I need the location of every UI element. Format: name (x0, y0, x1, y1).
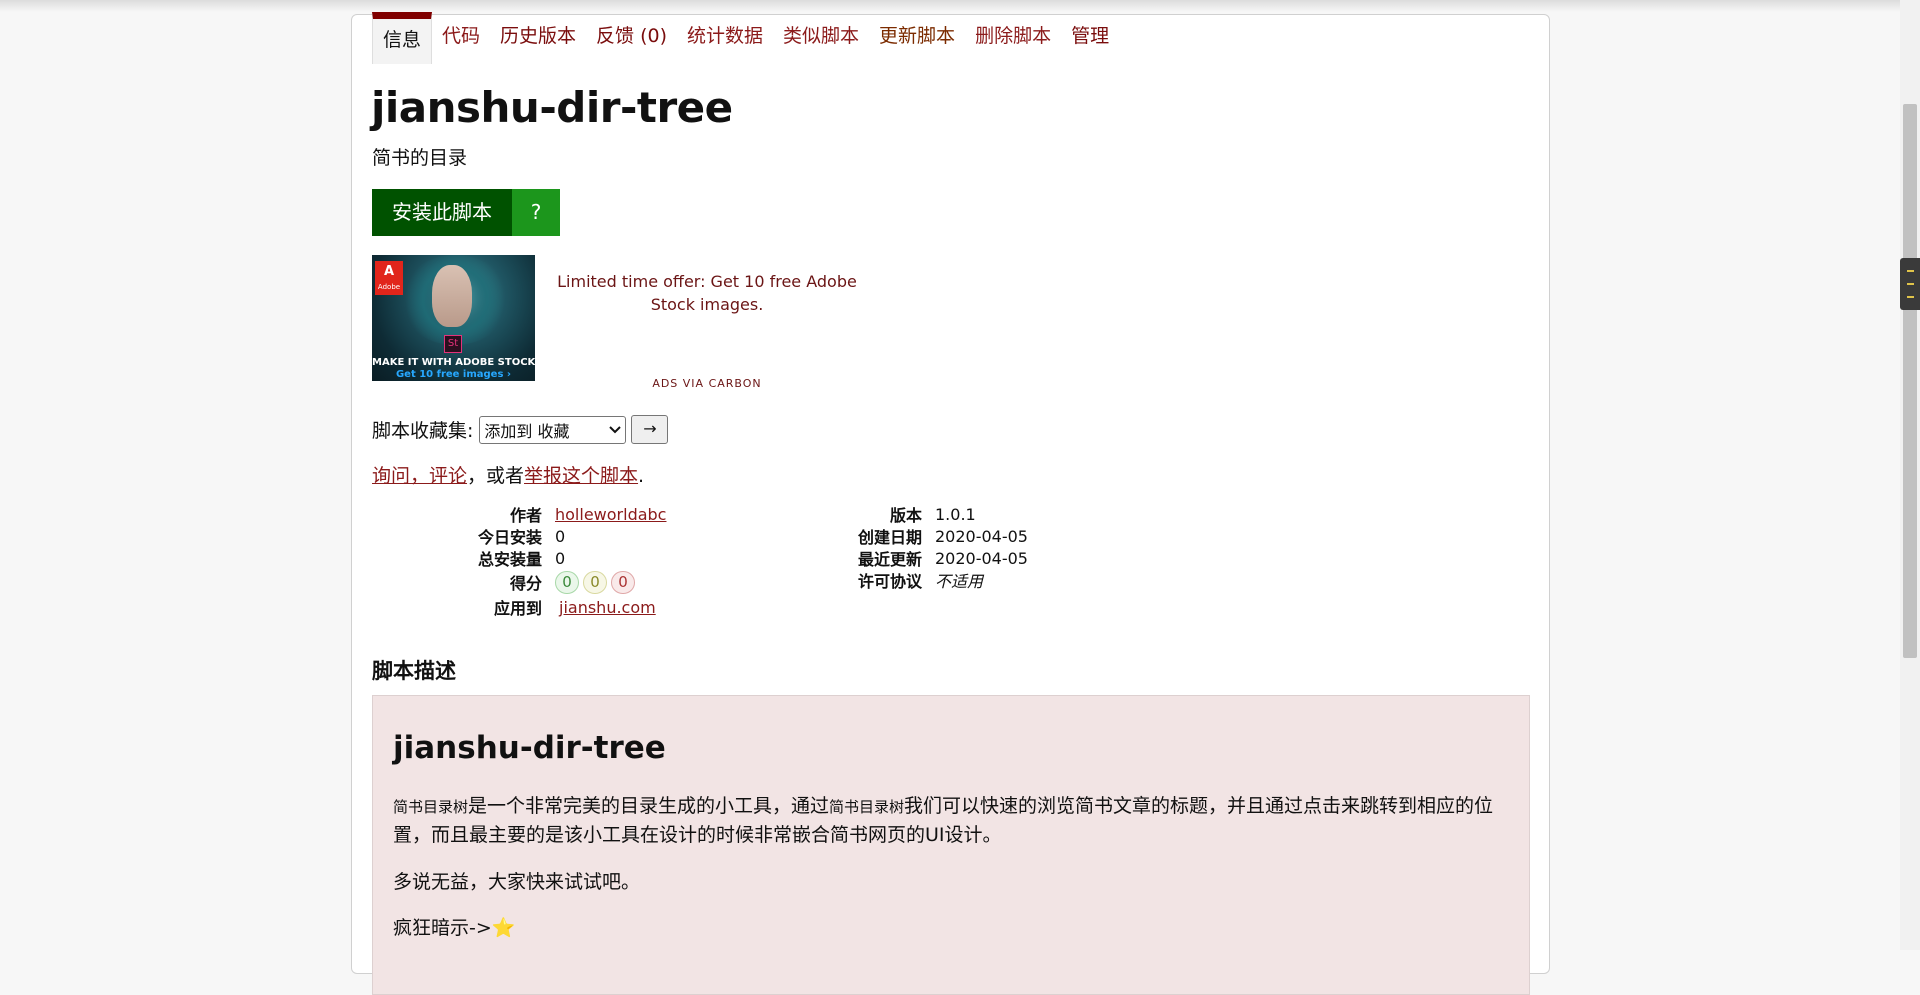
script-title: jianshu-dir-tree (371, 83, 733, 132)
report-script-link[interactable]: 举报这个脚本 (524, 465, 638, 487)
ad-image[interactable]: A Adobe St MAKE IT WITH ADOBE STOCK. Get… (372, 255, 535, 381)
description-paragraph-3: 疯狂暗示->⭐ (393, 914, 1503, 942)
meta-key-score: 得分 (509, 574, 542, 593)
meta-key-applies: 应用到 (493, 599, 542, 618)
star-icon: ⭐ (491, 917, 516, 939)
page-scrollbar[interactable] (1900, 0, 1920, 950)
collection-row: 脚本收藏集: 添加到 收藏 → (372, 415, 669, 444)
script-tabs: 信息 代码 历史版本 反馈 (0) 统计数据 类似脚本 更新脚本 删除脚本 管理 (372, 12, 1119, 64)
meta-row-license: 许可协议 不适用 (802, 569, 1028, 591)
adobe-logo-icon: A Adobe (375, 261, 403, 295)
ask-comment-link[interactable]: 询问，评论 (372, 465, 467, 487)
adobe-logo-letter: A (383, 264, 395, 279)
ad-image-headline: MAKE IT WITH ADOBE STOCK. (372, 357, 535, 368)
meta-row-applies: 应用到 jianshu.com (372, 595, 666, 619)
meta-row-score: 得分 000 (372, 569, 666, 595)
script-meta-left: 作者 holleworldabc 今日安装 0 总安装量 0 得分 000 应用… (372, 503, 667, 619)
score-good-badge[interactable]: 0 (555, 570, 579, 594)
feedback-or-text: ，或者 (467, 465, 525, 487)
tab-info[interactable]: 信息 (372, 12, 433, 64)
meta-value-total: 0 (555, 548, 566, 568)
applies-to-link[interactable]: jianshu.com (559, 598, 656, 617)
meta-row-author: 作者 holleworldabc (372, 503, 667, 526)
scroll-marker-icon (1900, 258, 1920, 310)
meta-key-version: 版本 (889, 506, 922, 525)
top-shadow (0, 0, 1900, 12)
ad-face-graphic (432, 265, 472, 327)
script-subtitle: 简书的目录 (372, 147, 468, 169)
description-box: jianshu-dir-tree 简书目录树是一个非常完美的目录生成的小工具，通… (372, 695, 1530, 995)
tab-history[interactable]: 历史版本 (490, 12, 586, 64)
ad-image-cta: Get 10 free images › (395, 369, 512, 380)
ad-via-carbon-link[interactable]: ADS VIA CARBON (547, 377, 867, 390)
meta-value-updated: 2020-04-05 (935, 548, 1028, 568)
meta-key-author: 作者 (509, 506, 542, 525)
description-paragraph-1: 简书目录树是一个非常完美的目录生成的小工具，通过简书目录树我们可以快速的浏览简书… (393, 792, 1503, 849)
meta-value-license: 不适用 (935, 572, 984, 591)
install-button-group: 安装此脚本 ? (372, 189, 560, 236)
adobe-logo-brand: Adobe (377, 283, 401, 291)
description-title: jianshu-dir-tree (393, 730, 666, 766)
feedback-line: 询问，评论，或者举报这个脚本. (372, 461, 644, 488)
desc-hint-text: 疯狂暗示-> (393, 917, 492, 939)
scrollbar-thumb[interactable] (1903, 104, 1917, 658)
tab-admin[interactable]: 管理 (1061, 12, 1119, 64)
meta-key-updated: 最近更新 (857, 550, 922, 569)
collection-select[interactable]: 添加到 收藏 (479, 415, 627, 444)
meta-row-created: 创建日期 2020-04-05 (802, 525, 1028, 548)
collection-selected-value: 添加到 收藏 (484, 421, 570, 441)
meta-key-created: 创建日期 (857, 528, 922, 547)
description-paragraph-2: 多说无益，大家快来试试吧。 (393, 871, 641, 893)
install-button[interactable]: 安装此脚本 (372, 189, 512, 236)
author-link[interactable]: holleworldabc (555, 505, 666, 524)
meta-row-daily: 今日安装 0 (372, 525, 666, 548)
meta-value-created: 2020-04-05 (935, 526, 1028, 546)
tab-stats[interactable]: 统计数据 (677, 12, 773, 64)
feedback-period: . (638, 465, 645, 487)
meta-value-version: 1.0.1 (935, 504, 976, 524)
tab-similar[interactable]: 类似脚本 (773, 12, 869, 64)
meta-value-daily: 0 (555, 526, 566, 546)
meta-key-daily: 今日安装 (477, 528, 542, 547)
desc-term-a: 简书目录树 (393, 798, 469, 816)
meta-row-updated: 最近更新 2020-04-05 (802, 547, 1028, 570)
meta-key-license: 许可协议 (857, 572, 922, 591)
ad-text-link[interactable]: Limited time offer: Get 10 free Adobe St… (547, 270, 867, 316)
score-bad-badge[interactable]: 0 (611, 570, 635, 594)
tab-delete[interactable]: 删除脚本 (965, 12, 1061, 64)
meta-key-total: 总安装量 (477, 550, 542, 569)
install-help-button[interactable]: ? (512, 189, 560, 236)
chevron-down-icon (609, 425, 622, 433)
description-heading: 脚本描述 (372, 659, 456, 683)
tab-update[interactable]: 更新脚本 (869, 12, 965, 64)
desc-text-a: 是一个非常完美的目录生成的小工具，通过 (468, 795, 830, 817)
tab-feedback[interactable]: 反馈 (0) (586, 12, 677, 64)
meta-value-score: 000 (555, 570, 639, 594)
meta-row-total: 总安装量 0 (372, 547, 666, 570)
script-card: 信息 代码 历史版本 反馈 (0) 统计数据 类似脚本 更新脚本 删除脚本 管理… (351, 12, 1550, 995)
collection-label: 脚本收藏集: (372, 420, 474, 442)
script-meta-right: 版本 1.0.1 创建日期 2020-04-05 最近更新 2020-04-05… (802, 503, 1028, 592)
collection-go-button[interactable]: → (631, 415, 669, 444)
adobe-stock-icon: St (444, 335, 462, 353)
meta-row-version: 版本 1.0.1 (802, 503, 1028, 526)
desc-term-b: 简书目录树 (829, 798, 905, 816)
tab-code[interactable]: 代码 (432, 12, 490, 64)
score-ok-badge[interactable]: 0 (583, 570, 607, 594)
